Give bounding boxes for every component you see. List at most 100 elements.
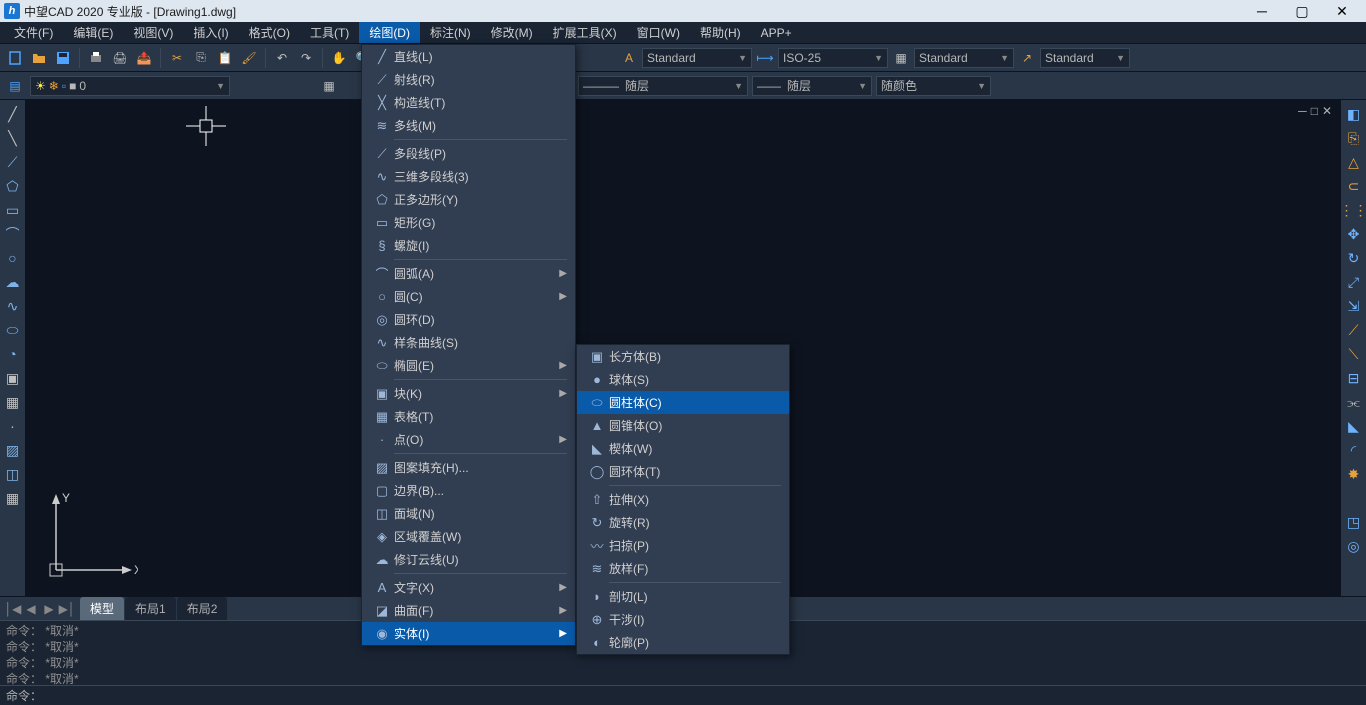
tab-布局2[interactable]: 布局2 [177,597,228,620]
command-input[interactable] [46,687,1360,705]
draw-menu-block[interactable]: ▣块(K)▶ [362,382,575,405]
make-block-tool-icon[interactable]: ▦ [3,392,23,412]
paste-icon[interactable]: 📋 [214,47,236,69]
copy-icon[interactable]: ⎘ [190,47,212,69]
menu-编辑[interactable]: 编辑(E) [63,22,123,43]
solid-menu-loft[interactable]: ≋放样(F) [577,557,789,580]
layer-combo[interactable]: ☀❄▫■ 0▼ [30,76,230,96]
tab-布局1[interactable]: 布局1 [125,597,176,620]
menu-标注[interactable]: 标注(N) [420,22,481,43]
mirror-tool-icon[interactable]: △ [1344,152,1364,172]
draw-menu-wipeout[interactable]: ◈区域覆盖(W) [362,525,575,548]
tab-prev-icon[interactable]: ◀ [22,600,40,618]
polygon-tool-icon[interactable]: ⬠ [3,176,23,196]
draw-menu-solid[interactable]: ◉实体(I)▶ [362,622,575,645]
print-preview-icon[interactable]: 🖨 [109,47,131,69]
revcloud-tool-icon[interactable]: ☁ [3,272,23,292]
nav-cube-icon[interactable]: ◳ [1344,512,1364,532]
vp-maximize-icon[interactable]: □ [1311,104,1318,118]
menu-文件[interactable]: 文件(F) [4,22,63,43]
layer-state-icon[interactable]: ▦ [318,75,340,97]
tab-first-icon[interactable]: │◀ [4,600,22,618]
draw-menu-point[interactable]: ·点(O)▶ [362,428,575,451]
draw-menu-spline[interactable]: ∿样条曲线(S) [362,331,575,354]
nav-wheel-icon[interactable]: ◎ [1344,536,1364,556]
scale-tool-icon[interactable]: ⤢ [1344,272,1364,292]
solid-menu-sweep[interactable]: 〰扫掠(P) [577,534,789,557]
draw-menu-ray[interactable]: ⟋射线(R) [362,68,575,91]
hatch-tool-icon[interactable]: ▨ [3,440,23,460]
draw-menu-hatch[interactable]: ▨图案填充(H)... [362,456,575,479]
draw-menu-line[interactable]: ╱直线(L) [362,45,575,68]
pan-icon[interactable]: ✋ [328,47,350,69]
menu-工具[interactable]: 工具(T) [300,22,359,43]
arc-tool-icon[interactable]: ⌒ [3,224,23,244]
stretch-tool-icon[interactable]: ⇲ [1344,296,1364,316]
solid-menu-slice[interactable]: ◗剖切(L) [577,585,789,608]
menu-绘图[interactable]: 绘图(D) [359,22,420,43]
color-combo[interactable]: 随颜色▼ [876,76,991,96]
save-icon[interactable] [52,47,74,69]
table-style-combo[interactable]: Standard▼ [914,48,1014,68]
lineweight-combo[interactable]: ——随层▼ [752,76,872,96]
layer-manager-icon[interactable]: ▤ [4,75,26,97]
draw-menu-revcloud[interactable]: ☁修订云线(U) [362,548,575,571]
solid-menu-section[interactable]: ◐轮廓(P) [577,631,789,654]
menu-扩展工具[interactable]: 扩展工具(X) [543,22,627,43]
match-prop-icon[interactable]: 🖌 [238,47,260,69]
menu-窗口[interactable]: 窗口(W) [627,22,690,43]
solid-menu-cone[interactable]: ▲圆锥体(O) [577,414,789,437]
menu-插入[interactable]: 插入(I) [183,22,238,43]
explode-tool-icon[interactable]: ✸ [1344,464,1364,484]
rect-tool-icon[interactable]: ▭ [3,200,23,220]
draw-menu-circle[interactable]: ○圆(C)▶ [362,285,575,308]
solid-menu-cylinder[interactable]: ⬭圆柱体(C) [577,391,789,414]
maximize-button[interactable]: ▢ [1282,0,1322,22]
undo-icon[interactable]: ↶ [271,47,293,69]
solid-menu-interfere[interactable]: ⊕干涉(I) [577,608,789,631]
join-tool-icon[interactable]: ⫘ [1344,392,1364,412]
new-icon[interactable] [4,47,26,69]
solid-menu-sphere[interactable]: ●球体(S) [577,368,789,391]
print-icon[interactable] [85,47,107,69]
pline-tool-icon[interactable]: ⟋ [3,152,23,172]
menu-视图[interactable]: 视图(V) [123,22,183,43]
draw-menu-xline[interactable]: ╳构造线(T) [362,91,575,114]
fillet-tool-icon[interactable]: ◜ [1344,440,1364,460]
text-style-icon[interactable]: A [618,47,640,69]
extend-tool-icon[interactable]: ⟍ [1344,344,1364,364]
copy-tool-icon[interactable]: ⎘ [1344,128,1364,148]
offset-tool-icon[interactable]: ⊂ [1344,176,1364,196]
point-tool-icon[interactable]: · [3,416,23,436]
vp-minimize-icon[interactable]: ─ [1298,104,1307,118]
tab-last-icon[interactable]: ▶│ [58,600,76,618]
draw-menu-text[interactable]: A文字(X)▶ [362,576,575,599]
solid-menu-box[interactable]: ▣长方体(B) [577,345,789,368]
draw-menu-boundary[interactable]: ▢边界(B)... [362,479,575,502]
menu-帮助[interactable]: 帮助(H) [690,22,751,43]
solid-menu-wedge[interactable]: ◣楔体(W) [577,437,789,460]
rotate-tool-icon[interactable]: ↻ [1344,248,1364,268]
erase-tool-icon[interactable]: ◧ [1344,104,1364,124]
tab-next-icon[interactable]: ▶ [40,600,58,618]
solid-menu-revolve[interactable]: ↻旋转(R) [577,511,789,534]
ellipse-arc-tool-icon[interactable]: ◔ [3,344,23,364]
close-button[interactable]: ✕ [1322,0,1362,22]
draw-menu-table[interactable]: ▦表格(T) [362,405,575,428]
circle-tool-icon[interactable]: ○ [3,248,23,268]
menu-格式[interactable]: 格式(O) [239,22,300,43]
linetype-combo[interactable]: ———随层▼ [578,76,748,96]
solid-menu-extrude[interactable]: ⇧拉伸(X) [577,488,789,511]
draw-menu-region[interactable]: ◫面域(N) [362,502,575,525]
cut-icon[interactable]: ✂ [166,47,188,69]
menu-修改[interactable]: 修改(M) [481,22,543,43]
draw-menu-ellipse[interactable]: ⬭椭圆(E)▶ [362,354,575,377]
xline-tool-icon[interactable]: ╲ [3,128,23,148]
draw-menu-3dpline[interactable]: ∿三维多段线(3) [362,165,575,188]
text-style-combo[interactable]: Standard▼ [642,48,752,68]
table-style-icon[interactable]: ▦ [890,47,912,69]
line-tool-icon[interactable]: ╱ [3,104,23,124]
redo-icon[interactable]: ↷ [295,47,317,69]
draw-menu-mline[interactable]: ≋多线(M) [362,114,575,137]
trim-tool-icon[interactable]: ⟋ [1344,320,1364,340]
